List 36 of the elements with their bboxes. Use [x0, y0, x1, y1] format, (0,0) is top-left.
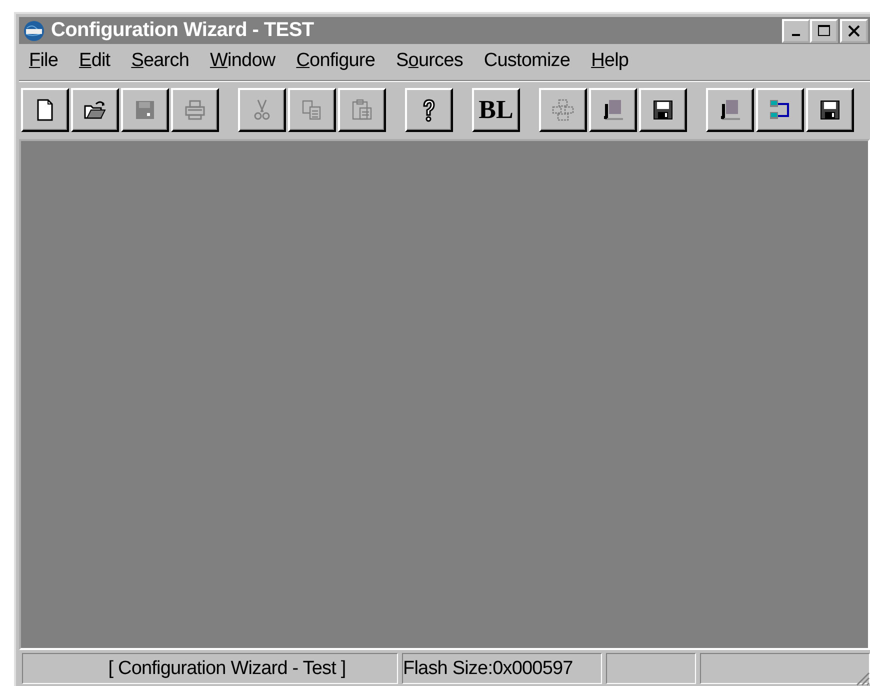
- computer-icon: [601, 98, 625, 122]
- help-button[interactable]: [405, 88, 453, 132]
- save-button[interactable]: [639, 88, 687, 132]
- print-icon: [183, 98, 207, 122]
- computer-icon: [718, 98, 742, 122]
- maximize-icon: [817, 24, 831, 38]
- network-button[interactable]: [756, 88, 804, 132]
- status-pane: [ Configuration Wizard - Test ]: [22, 653, 398, 684]
- paste-icon: [350, 98, 374, 122]
- open-button[interactable]: [71, 88, 119, 132]
- save-button[interactable]: [806, 88, 854, 132]
- network-icon: [768, 98, 792, 122]
- menu-item[interactable]: Help: [581, 50, 640, 72]
- menu-item[interactable]: Sources: [386, 50, 474, 72]
- toolbar-button[interactable]: BL: [472, 88, 520, 132]
- resize-grip-icon[interactable]: [854, 670, 870, 686]
- open-icon: [83, 98, 107, 122]
- save-icon: [651, 98, 675, 122]
- menu-item[interactable]: File: [19, 50, 70, 72]
- minimize-button[interactable]: [782, 18, 810, 42]
- status-pane: Flash Size:0x000597: [402, 653, 602, 684]
- menu-item[interactable]: Configure: [286, 50, 386, 72]
- save-icon: [133, 98, 157, 122]
- menu-item[interactable]: Search: [121, 50, 200, 72]
- menu-item[interactable]: Customize: [474, 50, 582, 72]
- globe-icon: [23, 20, 45, 42]
- minimize-icon: [792, 34, 800, 36]
- save-icon: [818, 98, 842, 122]
- close-icon: [847, 24, 861, 38]
- new-button[interactable]: [21, 88, 69, 132]
- maximize-button[interactable]: [810, 18, 838, 42]
- menu-item[interactable]: Edit: [69, 50, 122, 72]
- close-button[interactable]: [840, 18, 868, 42]
- cluster-icon: [551, 98, 575, 122]
- window-title: Configuration Wizard - TEST: [51, 19, 315, 42]
- menu-item[interactable]: Window: [200, 50, 286, 72]
